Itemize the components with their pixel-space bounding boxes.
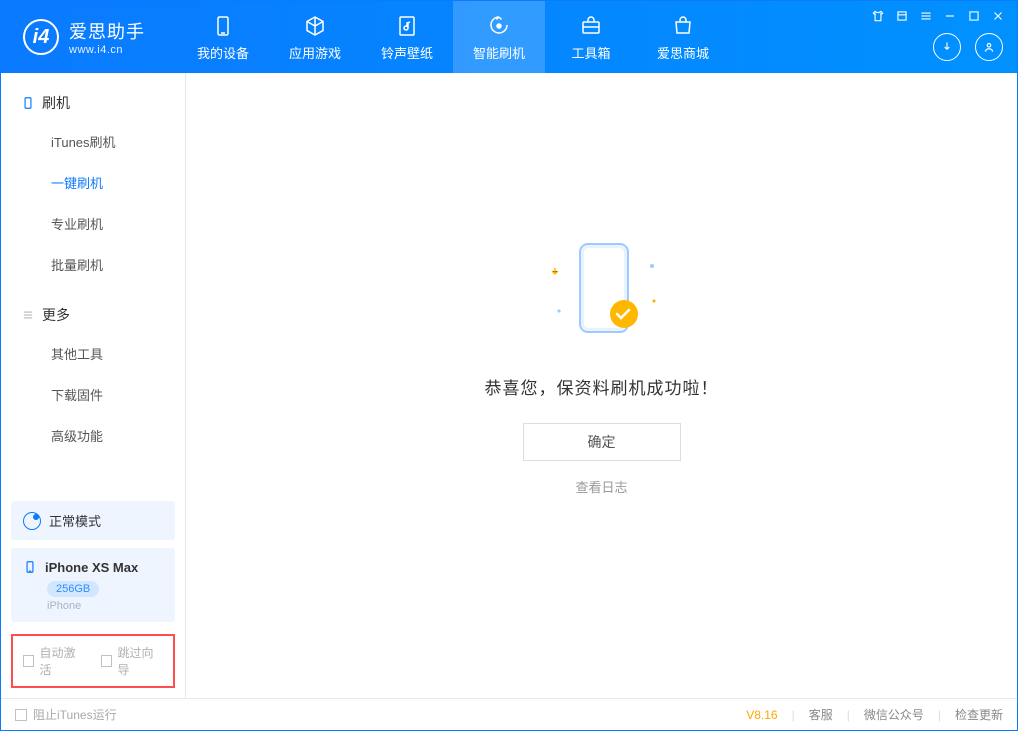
tab-toolbox[interactable]: 工具箱: [545, 1, 637, 73]
mode-status-card[interactable]: 正常模式: [11, 501, 175, 540]
nav-tabs: 我的设备 应用游戏 铃声壁纸 智能刷机 工具箱 爱思商城: [177, 1, 729, 73]
checkbox-label: 跳过向导: [117, 644, 163, 678]
ok-button[interactable]: 确定: [523, 423, 681, 461]
sidebar-item-download-firmware[interactable]: 下载固件: [1, 374, 185, 415]
brand-subtitle: www.i4.cn: [69, 44, 145, 56]
brand-logo-block: i4 爱思助手 www.i4.cn: [1, 18, 165, 56]
logo-icon: i4: [23, 19, 59, 55]
view-log-link[interactable]: 查看日志: [575, 477, 627, 496]
tab-label: 智能刷机: [473, 43, 525, 62]
checkbox-box-icon: [15, 709, 27, 721]
checkbox-auto-activate[interactable]: 自动激活: [23, 644, 85, 678]
toolbox-icon: [578, 13, 604, 39]
tab-apps-games[interactable]: 应用游戏: [269, 1, 361, 73]
device-card[interactable]: iPhone XS Max 256GB iPhone: [11, 548, 175, 622]
list-icon: [21, 308, 35, 322]
sidebar-section-more: 更多: [1, 285, 185, 333]
separator: |: [938, 708, 941, 722]
cube-icon: [302, 13, 328, 39]
highlighted-checkbox-row: 自动激活 跳过向导: [11, 634, 175, 688]
tab-label: 工具箱: [571, 43, 610, 62]
footer-link-support[interactable]: 客服: [809, 706, 833, 723]
user-button[interactable]: [975, 33, 1003, 61]
success-message: 恭喜您，保资料刷机成功啦！: [485, 374, 719, 399]
device-icon: [210, 13, 236, 39]
mode-label: 正常模式: [49, 511, 101, 530]
checkbox-label: 阻止iTunes运行: [33, 706, 117, 723]
shirt-icon[interactable]: [871, 9, 885, 23]
status-dot-icon: [23, 512, 41, 530]
section-title: 刷机: [42, 93, 70, 113]
music-icon: [394, 13, 420, 39]
checkbox-box-icon: [101, 655, 112, 667]
sidebar-item-oneclick-flash[interactable]: 一键刷机: [1, 162, 185, 203]
maximize-button[interactable]: [967, 9, 981, 23]
device-name: iPhone XS Max: [45, 560, 138, 575]
flash-icon: [486, 13, 512, 39]
sidebar-item-advanced[interactable]: 高级功能: [1, 415, 185, 456]
separator: |: [792, 708, 795, 722]
brand-text: 爱思助手 www.i4.cn: [69, 18, 145, 56]
device-type: iPhone: [47, 600, 163, 612]
app-header: i4 爱思助手 www.i4.cn 我的设备 应用游戏 铃声壁纸 智能刷机 工具…: [1, 1, 1017, 73]
sidebar-item-batch-flash[interactable]: 批量刷机: [1, 244, 185, 285]
capacity-badge: 256GB: [47, 581, 99, 597]
window-controls-row: [871, 9, 1005, 23]
section-title: 更多: [42, 305, 70, 325]
phone-outline-icon: [23, 558, 37, 576]
tab-label: 爱思商城: [657, 43, 709, 62]
version-label: V8.16: [746, 708, 777, 722]
main-content: 恭喜您，保资料刷机成功啦！ 确定 查看日志: [186, 73, 1017, 698]
tab-my-device[interactable]: 我的设备: [177, 1, 269, 73]
checkbox-block-itunes[interactable]: 阻止iTunes运行: [15, 706, 117, 723]
sidebar-bottom: 正常模式 iPhone XS Max 256GB iPhone: [1, 501, 185, 634]
close-button[interactable]: [991, 9, 1005, 23]
menu-icon[interactable]: [919, 9, 933, 23]
body-container: 刷机 iTunes刷机 一键刷机 专业刷机 批量刷机 更多 其他工具 下载固件 …: [1, 73, 1017, 698]
separator: |: [847, 708, 850, 722]
sidebar-item-other-tools[interactable]: 其他工具: [1, 333, 185, 374]
tab-ringtones-wallpapers[interactable]: 铃声壁纸: [361, 1, 453, 73]
box-icon[interactable]: [895, 9, 909, 23]
brand-title: 爱思助手: [69, 18, 145, 44]
tab-label: 应用游戏: [289, 43, 341, 62]
device-name-row: iPhone XS Max: [23, 558, 163, 576]
footer-bar: 阻止iTunes运行 V8.16 | 客服 | 微信公众号 | 检查更新: [1, 698, 1017, 730]
store-icon: [670, 13, 696, 39]
checkbox-skip-wizard[interactable]: 跳过向导: [101, 644, 163, 678]
tab-label: 我的设备: [197, 43, 249, 62]
checkbox-label: 自动激活: [39, 644, 85, 678]
footer-right: V8.16 | 客服 | 微信公众号 | 检查更新: [746, 706, 1003, 723]
success-illustration: [502, 236, 702, 346]
header-user-buttons: [933, 33, 1003, 61]
footer-link-check-update[interactable]: 检查更新: [955, 706, 1003, 723]
checkbox-box-icon: [23, 655, 34, 667]
tab-smart-flash[interactable]: 智能刷机: [453, 1, 545, 73]
tab-store[interactable]: 爱思商城: [637, 1, 729, 73]
sidebar: 刷机 iTunes刷机 一键刷机 专业刷机 批量刷机 更多 其他工具 下载固件 …: [1, 73, 186, 698]
sidebar-item-pro-flash[interactable]: 专业刷机: [1, 203, 185, 244]
phone-icon: [21, 96, 35, 110]
footer-link-wechat[interactable]: 微信公众号: [864, 706, 924, 723]
sidebar-section-flash: 刷机: [1, 73, 185, 121]
minimize-button[interactable]: [943, 9, 957, 23]
tab-label: 铃声壁纸: [381, 43, 433, 62]
download-button[interactable]: [933, 33, 961, 61]
sidebar-item-itunes-flash[interactable]: iTunes刷机: [1, 121, 185, 162]
